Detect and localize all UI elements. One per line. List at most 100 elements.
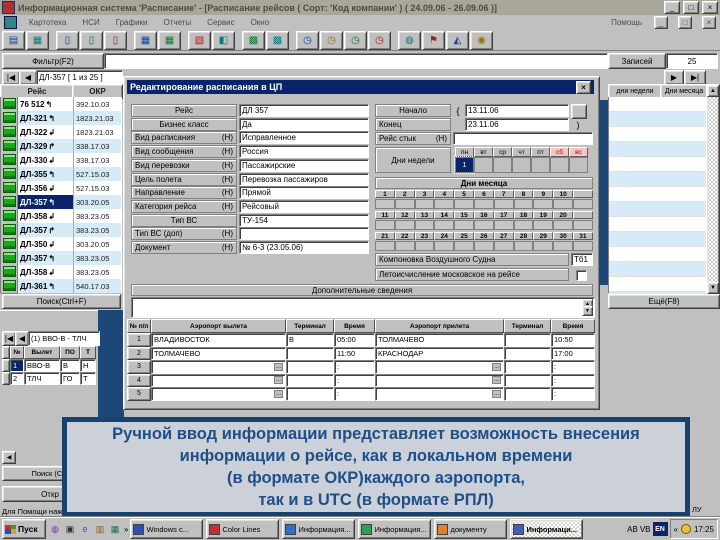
outlook-icon[interactable]: ▣ [63,522,77,536]
monthday-number[interactable]: 4 [434,190,455,198]
filter-value-field[interactable] [104,53,608,69]
monthday-cell[interactable] [572,241,593,251]
monthday-number[interactable]: 1 [375,190,395,198]
departure-terminal-field[interactable] [286,346,334,360]
route-table-row[interactable]: 4...:...: [127,373,595,387]
weekday-header[interactable]: пн [455,147,474,157]
monthday-cell[interactable] [454,199,474,209]
monthday-cell[interactable] [493,241,514,251]
segment-hscroll-left-icon[interactable]: ◀ [2,451,16,464]
departure-terminal-field[interactable] [286,373,334,387]
last-record-button[interactable]: ▶| [684,70,706,85]
departure-airport-field[interactable]: ... [151,387,286,401]
toolbar-button-14[interactable]: ◷ [344,30,367,50]
monthday-cell[interactable] [414,220,435,230]
flight-number-cell[interactable]: ДЛ-329 ↱ [18,139,74,153]
monthday-cell[interactable] [493,199,514,209]
menu-help[interactable]: Помощь [609,18,644,27]
flight-list-row[interactable]: ДЛ-355 ↰ 527.15.03 [1,166,121,182]
monthday-number[interactable]: 17 [493,211,514,219]
monthday-cell[interactable] [375,241,395,251]
arrival-time-field[interactable]: 17:00 [551,346,595,360]
menu-item-4[interactable]: Отчеты [162,18,194,27]
monthday-number[interactable]: 5 [454,190,474,198]
weekday-header[interactable]: чт [512,147,531,157]
monthday-cell[interactable] [394,220,415,230]
flight-number-cell[interactable]: ДЛ-358 ↲ [18,265,74,279]
arrival-terminal-field[interactable] [504,373,551,387]
route-table-row[interactable]: 5...:...: [127,387,595,401]
monthday-number[interactable]: 13 [414,211,435,219]
arrival-time-field[interactable]: : [551,360,595,374]
monthday-cell[interactable] [473,220,494,230]
menu-item-5[interactable]: Сервис [205,18,236,27]
field-value-6[interactable]: Перевозка пассажиров [239,173,369,186]
arrival-time-field[interactable]: : [551,373,595,387]
departure-time-field[interactable]: : [334,360,375,374]
flight-number-cell[interactable]: ДЛ-321 ↰ [18,111,74,125]
monthday-number[interactable]: 6 [473,190,494,198]
flight-number-cell[interactable]: ДЛ-355 ↰ [18,167,74,181]
monthday-cell[interactable] [513,199,534,209]
monthday-number[interactable]: 26 [473,232,494,240]
flight-list-row[interactable]: ДЛ-357 ↰ 383.23.05 [1,250,121,266]
monthday-cell[interactable] [513,241,534,251]
monthday-cell[interactable] [473,199,494,209]
media-icon[interactable]: ▥ [93,522,107,536]
monthday-cell[interactable] [533,241,554,251]
monthday-number[interactable]: 14 [434,211,455,219]
toolbar-button-17[interactable]: ⚑ [422,30,445,50]
weekday-header[interactable]: ср [493,147,512,157]
monthday-number[interactable]: 16 [473,211,494,219]
monthday-cell[interactable] [434,241,455,251]
segment-column-header-4[interactable]: Т [80,346,96,359]
vertical-scrollbar[interactable]: ▲ ▼ [706,84,720,295]
monthday-number[interactable]: 25 [454,232,474,240]
monthday-cell[interactable] [394,199,415,209]
toolbar-button-8[interactable]: ▧ [188,30,211,50]
flight-list-row[interactable]: ДЛ-350 ↲ 303.20.05 [1,236,121,252]
monthday-cell[interactable] [434,220,455,230]
weekday-header[interactable]: вт [474,147,493,157]
toolbar-button-3[interactable]: ▯ [56,30,79,50]
departure-airport-field[interactable]: ТОЛМАЧЕВО [151,346,286,360]
route-table-row[interactable]: 3...:...: [127,360,595,374]
flight-list-row[interactable]: ДЛ-322 ↲ 1823.21.03 [1,124,121,140]
arrival-terminal-field[interactable] [504,333,551,347]
monthday-cell[interactable] [414,241,435,251]
toolbar-button-4[interactable]: ▯ [80,30,103,50]
link-flight-field[interactable] [453,132,593,145]
toolbar-button-18[interactable]: ◭ [446,30,469,50]
monthday-cell[interactable] [553,241,573,251]
monthday-number[interactable]: 29 [533,232,554,240]
departure-terminal-field[interactable] [286,387,334,401]
weekday-cell[interactable] [512,157,531,173]
ellipsis-icon[interactable]: ... [491,362,501,371]
ellipsis-icon[interactable]: ... [273,362,283,371]
flight-number-cell[interactable]: ДЛ-350 ↲ [18,237,74,251]
close-button[interactable]: × [702,1,718,14]
monthday-number[interactable]: 19 [533,211,554,219]
weekday-cell[interactable] [493,157,512,173]
departure-time-field[interactable]: 05:00 [334,333,375,347]
departure-time-field[interactable]: 11:50 [334,346,375,360]
weekday-header[interactable]: сб [550,147,569,157]
monthday-number[interactable]: 24 [434,232,455,240]
arrival-terminal-field[interactable] [504,360,551,374]
toolbar-button-1[interactable]: ▤ [2,30,25,50]
field-value-3[interactable]: Исправленное [239,131,369,144]
monthday-cell[interactable] [553,220,573,230]
minimize-button[interactable]: _ [664,1,680,14]
ellipsis-icon[interactable]: ... [273,376,283,385]
monthday-number[interactable]: 10 [553,190,573,198]
monthday-number[interactable]: 31 [572,232,593,240]
field-value-1[interactable]: ДЛ 357 [239,104,369,117]
segment-table-row[interactable]: 1 ВВО-В В Н [2,359,96,372]
monthday-number[interactable]: 8 [513,190,534,198]
excel-icon[interactable]: ▦ [108,522,122,536]
first-record-button[interactable]: |◀ [2,70,20,85]
arrival-airport-field[interactable]: ТОЛМАЧЕВО [375,333,504,347]
monthday-cell[interactable] [434,199,455,209]
tray-vb-indicator[interactable]: VB [640,525,651,534]
monthday-cell[interactable] [493,220,514,230]
